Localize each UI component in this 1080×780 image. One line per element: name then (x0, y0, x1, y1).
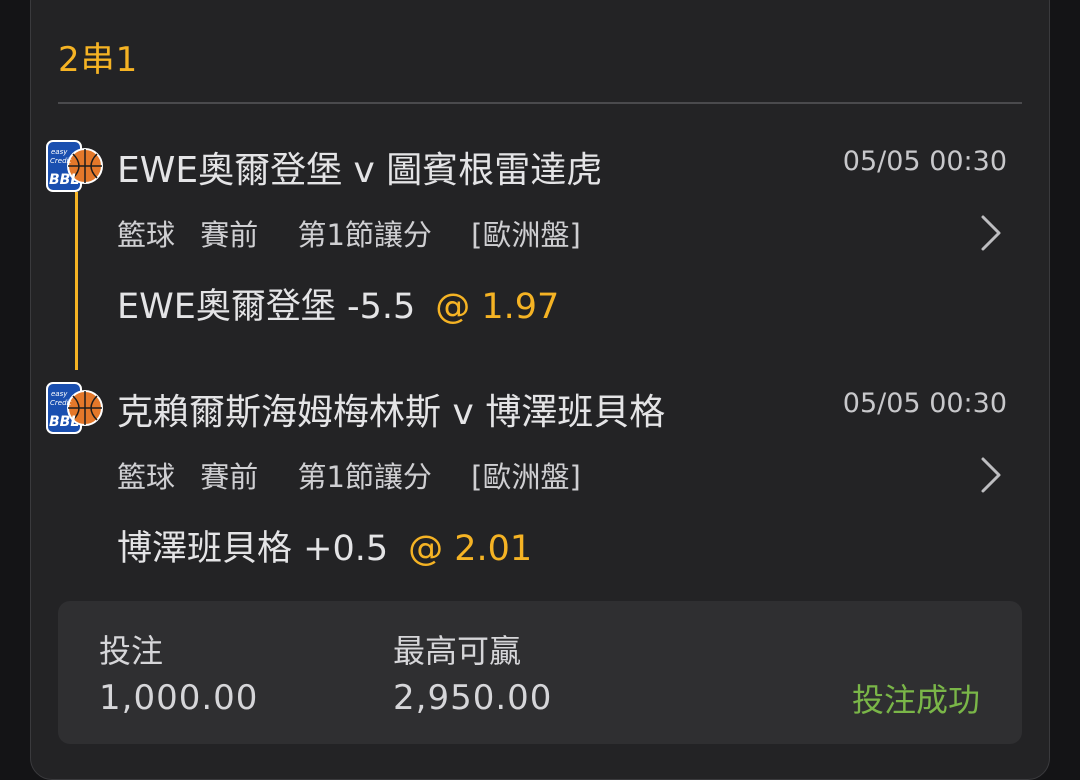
max-win-label: 最高可贏 (393, 632, 522, 670)
stake-value: 1,000.00 (99, 678, 259, 718)
bet-leg[interactable]: easy Credit BBL 克賴爾斯海姆梅林斯 v 博澤班貝格 05/05 … (0, 0, 1080, 569)
svg-text:easy: easy (51, 390, 68, 398)
match-title: 克賴爾斯海姆梅林斯 v 博澤班貝格 (117, 392, 666, 433)
selection-line: 博澤班貝格 +0.5 @ 2.01 (117, 520, 532, 571)
market-line: 籃球 賽前 第1節讓分 [歐洲盤] (117, 454, 597, 496)
match-time: 05/05 00:30 (842, 388, 1007, 419)
selection-label: 博澤班貝格 +0.5 (117, 529, 389, 569)
bet-status-badge: 投注成功 (851, 681, 980, 719)
stake-label: 投注 (99, 632, 164, 670)
bet-summary-box: 投注 1,000.00 最高可贏 2,950.00 投注成功 (58, 601, 1022, 744)
max-win-value: 2,950.00 (393, 678, 553, 718)
sport-label: 籃球 (117, 460, 176, 494)
market-label: 第1節讓分 (297, 460, 432, 494)
svg-text:BBL: BBL (49, 414, 79, 430)
phase-label: 賽前 (200, 460, 259, 494)
market-label: 第1節讓分 (297, 218, 432, 252)
bbl-logo-icon: easy Credit BBL (46, 382, 103, 434)
svg-text:Credit: Credit (50, 399, 71, 407)
chevron-right-icon[interactable] (975, 455, 1005, 495)
odds-value: @ 1.97 (435, 287, 560, 327)
odds-value: @ 2.01 (408, 529, 533, 569)
odds-format-label: [歐洲盤] (471, 218, 581, 252)
phase-label: 賽前 (200, 218, 259, 252)
selection-line: EWE奧爾登堡 -5.5 @ 1.97 (117, 278, 559, 329)
odds-format-label: [歐洲盤] (471, 460, 581, 494)
sport-label: 籃球 (117, 218, 176, 252)
selection-label: EWE奧爾登堡 -5.5 (117, 287, 416, 327)
